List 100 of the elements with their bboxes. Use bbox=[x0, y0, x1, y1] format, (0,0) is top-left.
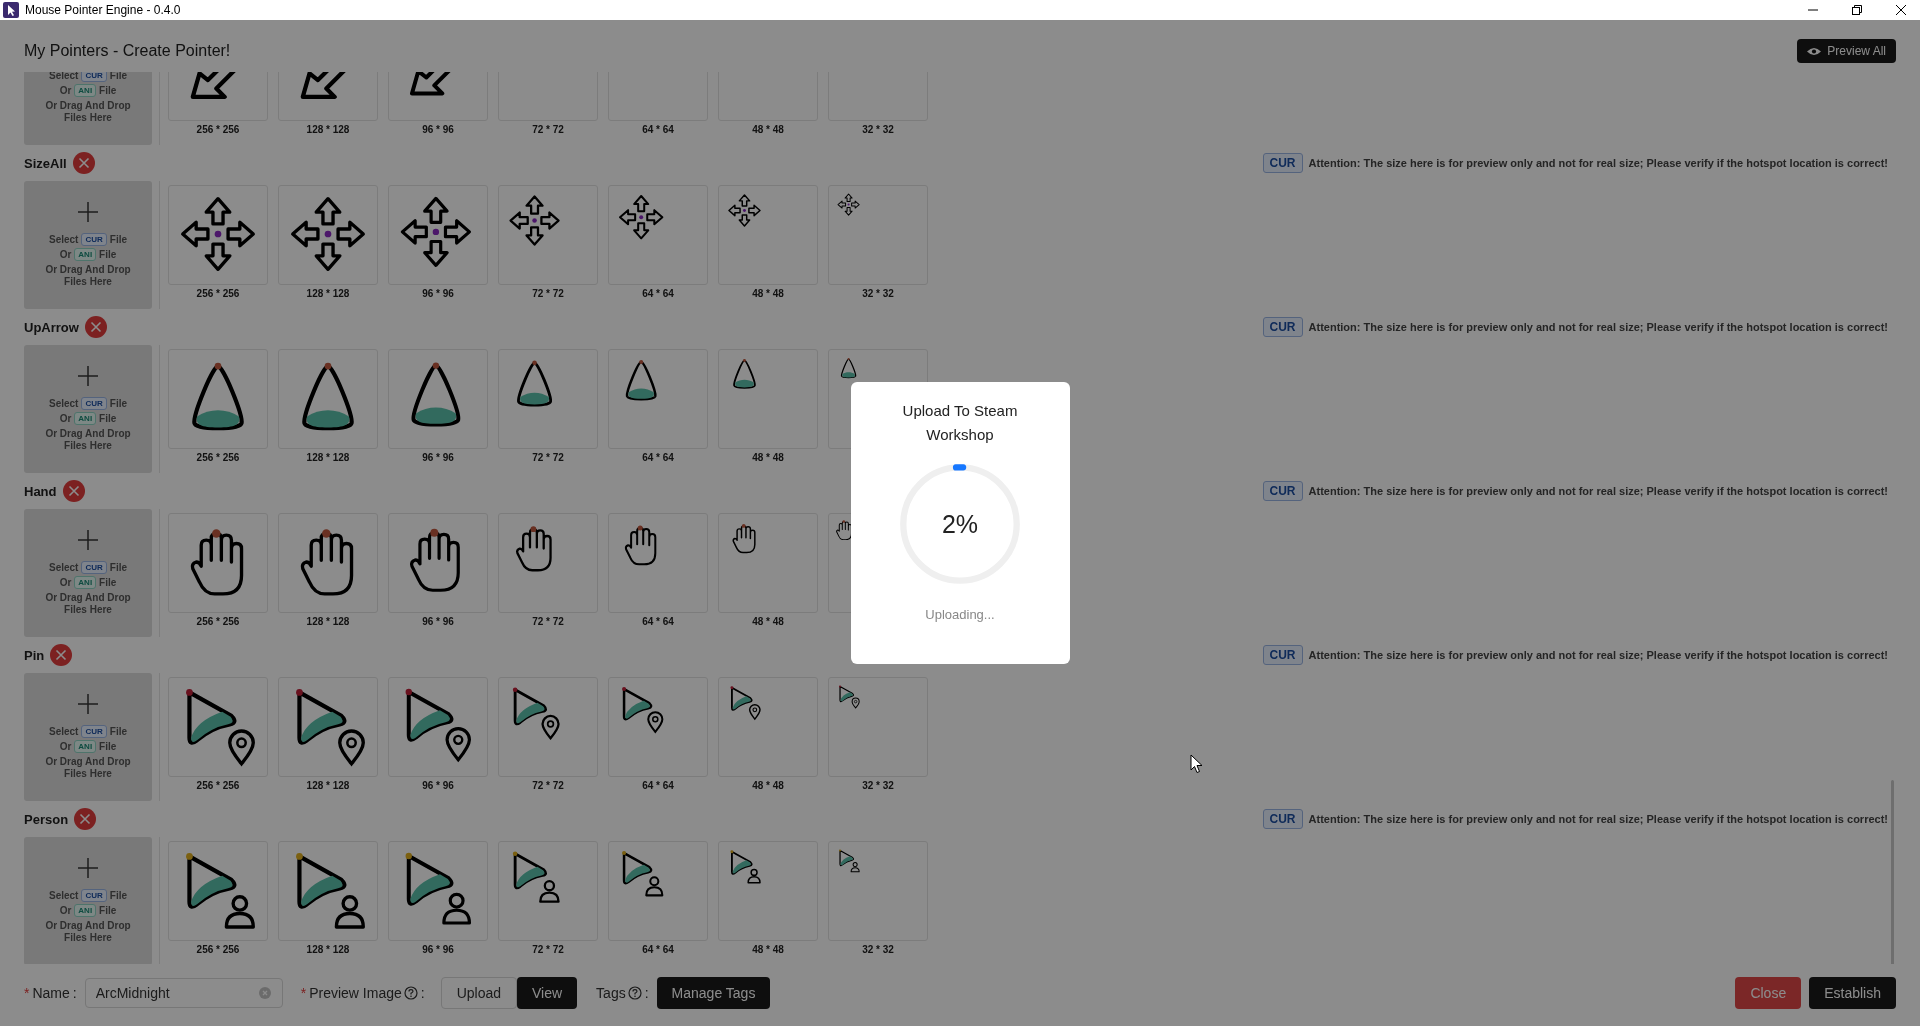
size-label: 256 * 256 bbox=[196, 780, 240, 791]
size-label: 256 * 256 bbox=[196, 124, 240, 135]
size-label: 96 * 96 bbox=[422, 124, 454, 135]
size-label: 48 * 48 bbox=[752, 616, 784, 627]
pointer-name: Pin bbox=[24, 647, 45, 663]
close-button[interactable]: Close bbox=[1735, 977, 1802, 1009]
size-label: 64 * 64 bbox=[642, 124, 674, 135]
dropzone-text: File bbox=[99, 85, 117, 96]
size-label: 48 * 48 bbox=[752, 780, 784, 791]
size-label: 72 * 72 bbox=[532, 452, 564, 463]
upload-dropzone[interactable]: Select CUR File Or ANI File Or Drag And Drop Files Here bbox=[24, 181, 152, 309]
size-label: 48 * 48 bbox=[752, 288, 784, 299]
size-label: 96 * 96 bbox=[422, 288, 454, 299]
size-label: 256 * 256 bbox=[196, 452, 240, 463]
cur-tag: CUR bbox=[1262, 153, 1303, 173]
ani-tag: ANI bbox=[74, 248, 97, 261]
size-label: 64 * 64 bbox=[642, 780, 674, 791]
size-label: 72 * 72 bbox=[532, 124, 564, 135]
dropzone-text: File bbox=[109, 234, 127, 245]
manage-tags-button[interactable]: Manage Tags bbox=[656, 977, 771, 1009]
size-label: 96 * 96 bbox=[422, 944, 454, 955]
upload-dropzone[interactable]: Select CUR File Or ANI File Or Drag And Drop Files Here bbox=[24, 837, 152, 964]
size-label: 64 * 64 bbox=[642, 288, 674, 299]
pointer-name: Hand bbox=[24, 483, 57, 499]
window-title: Mouse Pointer Engine - 0.4.0 bbox=[25, 3, 181, 17]
size-label: 48 * 48 bbox=[752, 124, 784, 135]
dropzone-text: Or bbox=[59, 413, 72, 424]
notice-text: Attention: The size here is for preview only and not for real size; Please verify if the hotspot location is correct! bbox=[1308, 321, 1888, 333]
pointer-name: UpArrow bbox=[24, 319, 79, 335]
colon: : bbox=[420, 985, 425, 1001]
page-title: My Pointers - Create Pointer! bbox=[24, 42, 231, 60]
upload-dropzone[interactable]: Select CUR File Or ANI File Or Drag And Drop Files Here bbox=[24, 509, 152, 637]
progress-percent: 2% bbox=[941, 509, 979, 539]
colon: : bbox=[72, 985, 77, 1001]
size-label: 64 * 64 bbox=[642, 452, 674, 463]
dropzone-text: Select bbox=[48, 726, 79, 737]
dropzone-text: File bbox=[109, 726, 127, 737]
dropzone-text: Select bbox=[48, 72, 79, 81]
dropzone-text: Or Drag And Drop Files Here bbox=[44, 428, 132, 452]
size-label: 256 * 256 bbox=[196, 616, 240, 627]
size-label: 72 * 72 bbox=[532, 616, 564, 627]
dropzone-text: File bbox=[99, 249, 117, 260]
size-label: 32 * 32 bbox=[862, 124, 894, 135]
size-label: 128 * 128 bbox=[306, 452, 350, 463]
establish-button[interactable]: Establish bbox=[1809, 977, 1896, 1009]
size-label: 96 * 96 bbox=[422, 780, 454, 791]
cur-tag: CUR bbox=[81, 397, 107, 410]
colon: : bbox=[644, 985, 649, 1001]
upload-dropzone[interactable]: Select CUR File Or ANI File Or Drag And Drop Files Here bbox=[24, 673, 152, 801]
size-label: 32 * 32 bbox=[862, 288, 894, 299]
dropzone-text: Or bbox=[59, 905, 72, 916]
name-field[interactable]: ArcMidnight bbox=[84, 978, 283, 1008]
cur-tag: CUR bbox=[81, 725, 107, 738]
upload-dropzone[interactable]: Select CUR File Or ANI File Or Drag And Drop Files Here bbox=[24, 345, 152, 473]
dropzone-text: File bbox=[99, 905, 117, 916]
cur-tag: CUR bbox=[1262, 645, 1303, 665]
size-label: 48 * 48 bbox=[752, 944, 784, 955]
notice-text: Attention: The size here is for preview only and not for real size; Please verify if the hotspot location is correct! bbox=[1308, 813, 1888, 825]
dropzone-text: File bbox=[99, 577, 117, 588]
size-label: 32 * 32 bbox=[862, 944, 894, 955]
preview-all-button[interactable]: Preview All bbox=[1797, 39, 1896, 63]
dropzone-text: Or Drag And Drop Files Here bbox=[44, 264, 132, 288]
dropzone-text: Or bbox=[59, 577, 72, 588]
dropzone-text: Or Drag And Drop Files Here bbox=[44, 920, 132, 944]
upload-button[interactable]: Upload bbox=[440, 977, 517, 1009]
size-label: 72 * 72 bbox=[532, 288, 564, 299]
size-label: 48 * 48 bbox=[752, 452, 784, 463]
dropzone-text: Or Drag And Drop Files Here bbox=[44, 100, 132, 124]
size-label: 96 * 96 bbox=[422, 452, 454, 463]
size-label: 72 * 72 bbox=[532, 944, 564, 955]
size-label: 256 * 256 bbox=[196, 944, 240, 955]
pointer-name: Person bbox=[24, 811, 69, 827]
dropzone-text: Or Drag And Drop Files Here bbox=[44, 592, 132, 616]
dropzone-text: Or bbox=[59, 85, 72, 96]
size-label: 96 * 96 bbox=[422, 616, 454, 627]
size-label: 64 * 64 bbox=[642, 616, 674, 627]
size-label: 128 * 128 bbox=[306, 288, 350, 299]
size-label: 64 * 64 bbox=[642, 944, 674, 955]
dialog-title: Upload To Steam Workshop bbox=[901, 401, 1019, 445]
dropzone-text: Or Drag And Drop Files Here bbox=[44, 756, 132, 780]
upload-dropzone[interactable]: Select CUR File Or ANI File Or Drag And Drop Files Here bbox=[24, 72, 152, 145]
ani-tag: ANI bbox=[74, 740, 97, 753]
ani-tag: ANI bbox=[74, 904, 97, 917]
ani-tag: ANI bbox=[74, 84, 97, 97]
notice-text: Attention: The size here is for preview only and not for real size; Please verify if the hotspot location is correct! bbox=[1308, 485, 1888, 497]
dropzone-text: File bbox=[109, 398, 127, 409]
pointer-name: SizeAll bbox=[24, 155, 67, 171]
size-label: 32 * 32 bbox=[862, 780, 894, 791]
notice-text: Attention: The size here is for preview only and not for real size; Please verify if the hotspot location is correct! bbox=[1308, 157, 1888, 169]
cur-tag: CUR bbox=[81, 233, 107, 246]
dropzone-text: File bbox=[109, 890, 127, 901]
size-label: 256 * 256 bbox=[196, 288, 240, 299]
cur-tag: CUR bbox=[1262, 317, 1303, 337]
size-label: 128 * 128 bbox=[306, 944, 350, 955]
view-button[interactable]: View bbox=[517, 977, 578, 1009]
size-label: 128 * 128 bbox=[306, 124, 350, 135]
name-label: Name bbox=[32, 985, 70, 1001]
required-mark: * bbox=[24, 985, 30, 1001]
cur-tag: CUR bbox=[81, 72, 107, 82]
dropzone-text: Select bbox=[48, 562, 79, 573]
